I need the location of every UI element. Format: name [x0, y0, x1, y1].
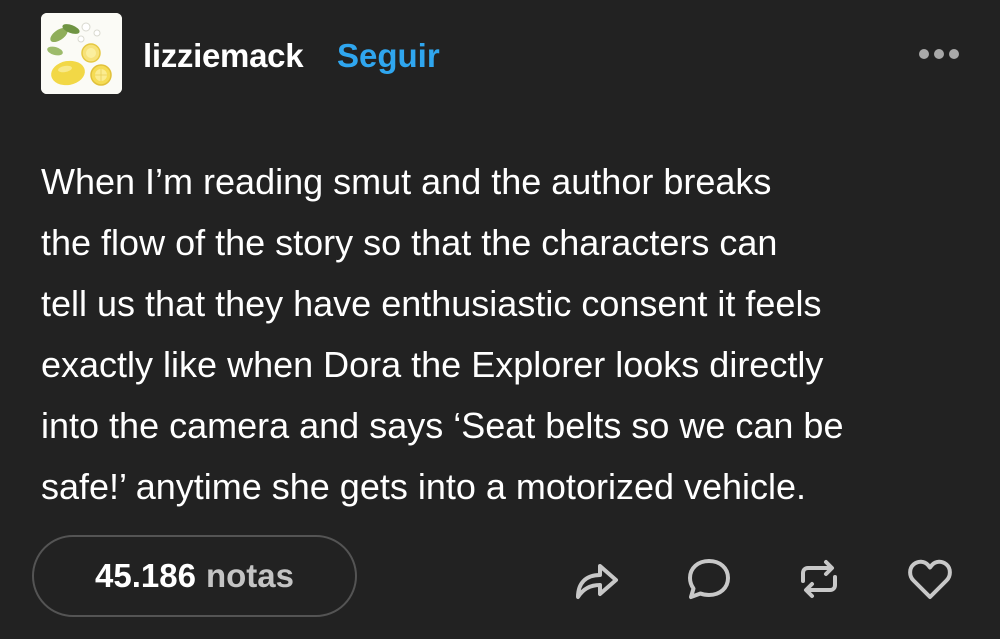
notes-count: 45.186 [95, 557, 196, 594]
share-button[interactable] [570, 553, 622, 605]
post-text-line: the flow of the story so that the charac… [41, 222, 778, 263]
more-options-button[interactable] [914, 40, 964, 68]
notes-button[interactable]: 45.186 notas [32, 535, 357, 617]
reply-icon [688, 559, 730, 599]
post-text-line: When I’m reading smut and the author bre… [41, 161, 772, 202]
reply-button[interactable] [683, 553, 735, 605]
lemon-illustration-icon [41, 13, 122, 94]
post-body: When I’m reading smut and the author bre… [41, 151, 971, 517]
reblog-button[interactable] [793, 553, 845, 605]
avatar[interactable] [41, 13, 122, 94]
share-icon [576, 564, 618, 599]
post-card: lizziemack Seguir When I’m reading smut … [0, 0, 1000, 639]
post-text-line: exactly like when Dora the Explorer look… [41, 344, 824, 385]
like-icon [908, 559, 952, 599]
username-link[interactable]: lizziemack [143, 36, 304, 76]
more-options-icon [919, 49, 959, 59]
follow-button[interactable]: Seguir [337, 36, 440, 76]
reblog-icon [801, 560, 837, 598]
post-text-line: safe!’ anytime she gets into a motorized… [41, 466, 807, 507]
post-text-line: tell us that they have enthusiastic cons… [41, 283, 822, 324]
notes-label: notas [205, 557, 294, 594]
post-text-line: into the camera and says ‘Seat belts so … [41, 405, 844, 446]
like-button[interactable] [904, 553, 956, 605]
